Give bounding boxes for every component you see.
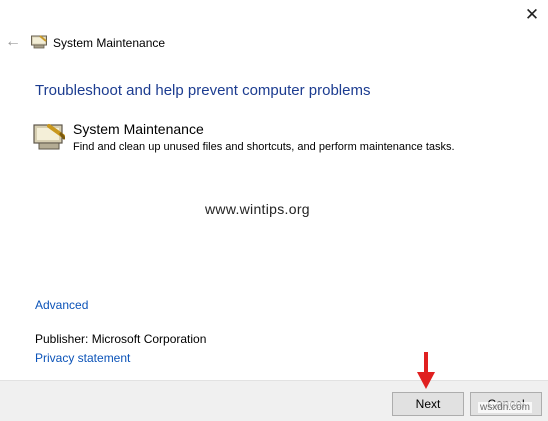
page-heading: Troubleshoot and help prevent computer p… [35, 82, 371, 99]
back-arrow-icon: ← [5, 33, 21, 50]
publisher-label: Publisher: Microsoft Corporation [35, 332, 207, 346]
close-button[interactable]: ✕ [520, 2, 544, 26]
next-button[interactable]: Next [392, 392, 464, 416]
advanced-link[interactable]: Advanced [35, 298, 88, 312]
privacy-statement-link[interactable]: Privacy statement [35, 351, 130, 365]
task-description: Find and clean up unused files and short… [73, 141, 455, 153]
footer-bar [0, 380, 548, 421]
red-arrow-icon [417, 352, 435, 389]
site-watermark: wsxdn.com [478, 402, 533, 413]
close-icon: ✕ [524, 4, 540, 24]
system-maintenance-icon [31, 35, 47, 49]
window-title: System Maintenance [53, 36, 166, 50]
task-title: System Maintenance [73, 121, 204, 137]
back-button[interactable]: ← [2, 32, 24, 52]
watermark-text: www.wintips.org [205, 201, 310, 217]
system-maintenance-icon [33, 124, 65, 150]
